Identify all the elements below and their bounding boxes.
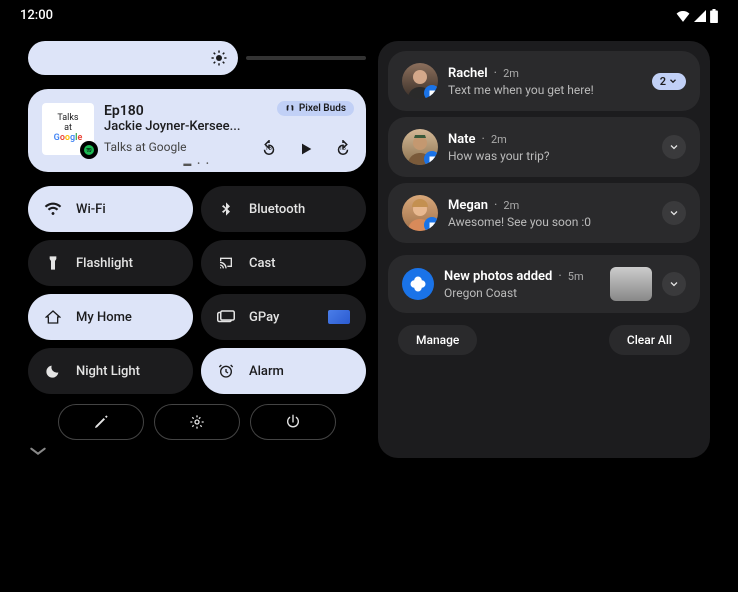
home-icon	[44, 309, 62, 325]
expand-button[interactable]	[662, 201, 686, 225]
messages-icon	[424, 151, 438, 165]
gpay-icon	[217, 310, 235, 324]
brightness-icon	[210, 49, 228, 67]
avatar	[402, 195, 438, 231]
tile-label: Wi-Fi	[76, 202, 106, 217]
tile-label: Alarm	[249, 364, 284, 379]
battery-icon	[710, 9, 718, 23]
bluetooth-icon	[217, 201, 235, 217]
notif-count-badge[interactable]: 2	[652, 73, 686, 90]
notification-item[interactable]: Nate·2m How was your trip?	[388, 117, 700, 177]
notif-time: 2m	[503, 67, 519, 80]
manage-button[interactable]: Manage	[398, 325, 477, 355]
media-cover-art: Talks at Google	[42, 103, 94, 155]
clock: 12:00	[20, 8, 53, 23]
chevron-down-icon	[668, 76, 678, 86]
device-name: Pixel Buds	[299, 103, 346, 114]
chevron-down-icon	[668, 141, 680, 153]
skip-forward-button[interactable]: 15	[334, 140, 352, 158]
tile-label: My Home	[76, 310, 132, 325]
expand-button[interactable]	[662, 135, 686, 159]
signal-icon	[694, 10, 706, 22]
wifi-icon	[676, 10, 690, 22]
notif-message: Text me when you get here!	[448, 83, 642, 97]
skip-back-button[interactable]: 15	[260, 140, 278, 158]
google-logo: Google	[54, 134, 83, 144]
photos-icon	[402, 268, 434, 300]
qs-cast[interactable]: Cast	[201, 240, 366, 286]
notif-time: 2m	[503, 199, 519, 212]
alarm-icon	[217, 363, 235, 379]
play-button[interactable]	[298, 141, 314, 157]
notif-time: 2m	[491, 133, 507, 146]
spotify-icon	[80, 141, 98, 159]
expand-button[interactable]	[662, 272, 686, 296]
tile-label: GPay	[249, 310, 279, 325]
earbuds-icon	[285, 104, 295, 114]
quick-settings-grid: Wi-Fi Bluetooth Flashlight Cast My Home …	[28, 186, 366, 394]
photo-thumbnail	[610, 267, 652, 301]
messages-icon	[424, 217, 438, 231]
notification-shade: Rachel·2m Text me when you get here! 2 N…	[378, 41, 710, 458]
power-button[interactable]	[250, 404, 336, 440]
output-device-pill[interactable]: Pixel Buds	[277, 101, 354, 116]
moon-icon	[44, 363, 62, 379]
notification-item[interactable]: Rachel·2m Text me when you get here! 2	[388, 51, 700, 111]
messages-icon	[424, 85, 438, 99]
card-thumb	[328, 310, 350, 324]
brightness-track[interactable]	[246, 56, 366, 60]
tile-label: Flashlight	[76, 256, 133, 271]
notif-time: 5m	[568, 270, 584, 283]
qs-gpay[interactable]: GPay	[201, 294, 366, 340]
media-source: Talks at Google	[104, 140, 187, 154]
qs-bluetooth[interactable]: Bluetooth	[201, 186, 366, 232]
cast-icon	[217, 255, 235, 271]
expand-panel-button[interactable]	[28, 446, 366, 458]
brightness-slider[interactable]	[28, 41, 238, 75]
tile-label: Bluetooth	[249, 202, 305, 217]
page-indicator: ▬ • •	[183, 159, 210, 168]
qs-myhome[interactable]: My Home	[28, 294, 193, 340]
notif-title: New photos added	[444, 269, 552, 284]
sender-name: Rachel	[448, 66, 488, 81]
status-bar: 12:00	[0, 0, 738, 27]
notif-subtitle: Oregon Coast	[444, 286, 600, 300]
quick-settings-panel: Talks at Google Ep180 Jackie Joyner-Kers…	[28, 41, 366, 458]
sender-name: Nate	[448, 132, 476, 147]
media-player-card[interactable]: Talks at Google Ep180 Jackie Joyner-Kers…	[28, 89, 366, 172]
avatar	[402, 63, 438, 99]
qs-wifi[interactable]: Wi-Fi	[28, 186, 193, 232]
settings-button[interactable]	[154, 404, 240, 440]
wifi-icon	[44, 200, 62, 218]
sender-name: Megan	[448, 198, 488, 213]
tile-label: Night Light	[76, 364, 140, 379]
notification-item[interactable]: Megan·2m Awesome! See you soon :0	[388, 183, 700, 243]
notif-message: Awesome! See you soon :0	[448, 215, 652, 229]
edit-button[interactable]	[58, 404, 144, 440]
notification-actions: Manage Clear All	[388, 319, 700, 361]
avatar	[402, 129, 438, 165]
clear-all-button[interactable]: Clear All	[609, 325, 690, 355]
flashlight-icon	[44, 255, 62, 271]
media-subtitle: Jackie Joyner-Kersee...	[104, 119, 352, 134]
tile-label: Cast	[249, 256, 276, 271]
qs-flashlight[interactable]: Flashlight	[28, 240, 193, 286]
qs-alarm[interactable]: Alarm	[201, 348, 366, 394]
bottom-buttons	[28, 404, 366, 440]
chevron-down-icon	[668, 207, 680, 219]
notif-message: How was your trip?	[448, 149, 652, 163]
notification-item-photos[interactable]: New photos added·5m Oregon Coast	[388, 255, 700, 313]
status-icons	[676, 9, 718, 23]
qs-nightlight[interactable]: Night Light	[28, 348, 193, 394]
chevron-down-icon	[668, 278, 680, 290]
